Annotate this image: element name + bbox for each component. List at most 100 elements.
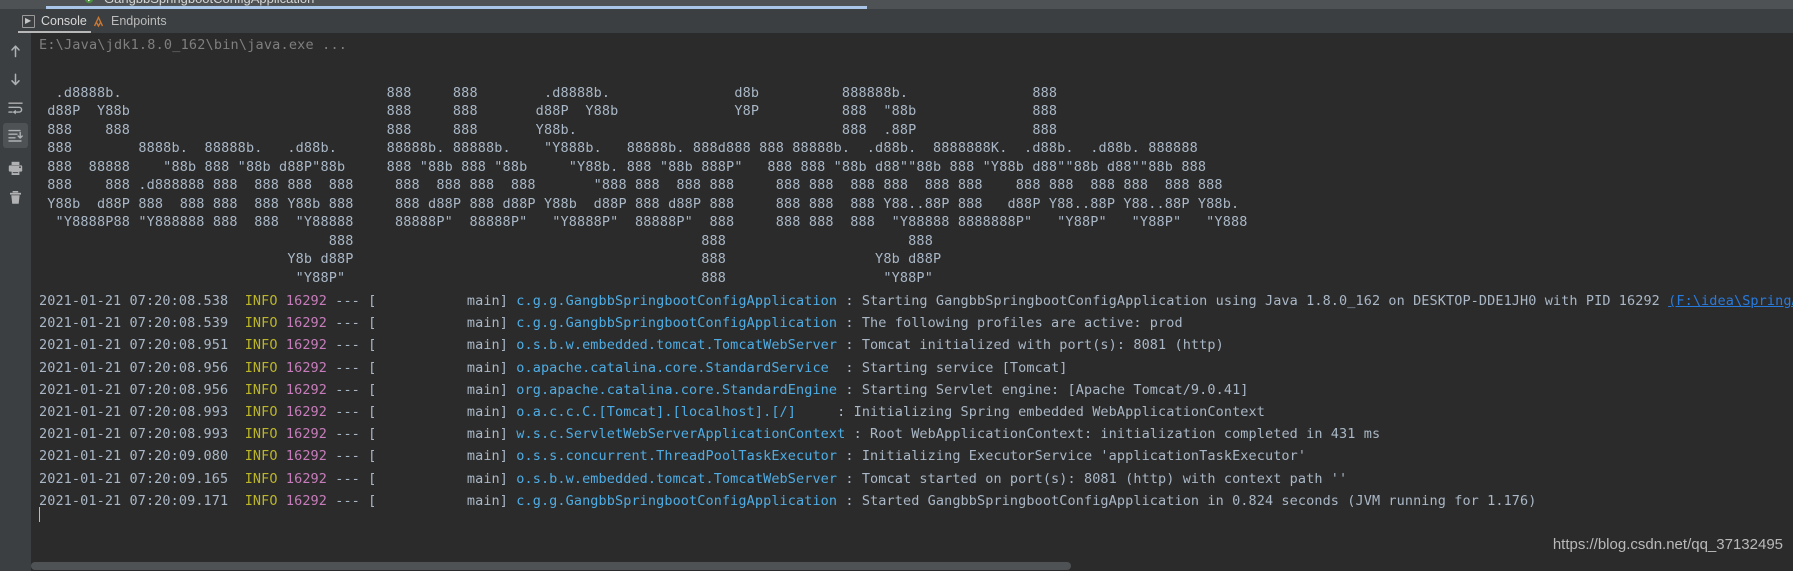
log-message: : Starting Servlet engine: [Apache Tomca… [837,381,1249,398]
log-pid: 16292 [285,492,327,509]
log-level: INFO [244,470,278,487]
log-level: INFO [244,404,278,421]
log-logger: org.apache.catalina.core.StandardEngine [508,381,838,398]
log-timestamp: 2021-01-21 07:20:09.080 [39,448,245,465]
log-space [278,382,286,398]
log-level: INFO [244,359,278,376]
log-space [278,293,286,309]
log-pid: 16292 [285,337,327,354]
log-space [278,360,286,376]
log-timestamp: 2021-01-21 07:20:09.165 [39,470,245,487]
log-line: 2021-01-21 07:20:08.956 INFO 16292 --- [… [39,379,1793,401]
log-line: 2021-01-21 07:20:08.539 INFO 16292 --- [… [39,312,1793,334]
log-space [278,448,286,464]
log-logger: o.apache.catalina.core.StandardService [508,359,846,376]
log-pid: 16292 [285,404,327,421]
scroll-to-end-icon[interactable] [3,123,28,148]
log-thread: main] [376,359,509,376]
log-separator: --- [ [327,293,377,309]
log-level: INFO [244,381,278,398]
log-message: : Initializing ExecutorService 'applicat… [837,448,1307,465]
log-thread: main] [376,381,509,398]
log-separator: --- [ [327,381,377,398]
log-message: : Started GangbbSpringbootConfigApplicat… [837,492,1537,509]
log-message: : Tomcat initialized with port(s): 8081 … [837,337,1224,354]
log-space [278,315,286,331]
log-level: INFO [244,315,278,332]
log-path-link[interactable]: (F:\idea\SpringAll-m [1668,293,1793,309]
log-separator: --- [ [327,337,377,354]
log-lines: 2021-01-21 07:20:08.538 INFO 16292 --- [… [39,290,1793,512]
log-level: INFO [244,448,278,465]
log-logger: c.g.g.GangbbSpringbootConfigApplication [508,293,838,309]
log-message: : The following profiles are active: pro… [837,315,1183,332]
ascii-art-banner: .d8888b. 888 888 .d8888b. d8b 888888b. 8… [47,84,1248,286]
log-line: 2021-01-21 07:20:08.951 INFO 16292 --- [… [39,334,1793,356]
log-pid: 16292 [285,359,327,376]
log-pid: 16292 [285,381,327,398]
log-message: : Initializing Spring embedded WebApplic… [837,404,1265,421]
log-pid: 16292 [285,426,327,443]
window-title-strip: GangbbSpringbootConfigApplication [0,0,1793,9]
log-space [278,426,286,442]
log-logger: o.s.b.w.embedded.tomcat.TomcatWebServer [508,337,838,354]
log-timestamp: 2021-01-21 07:20:08.951 [39,337,245,354]
log-logger: c.g.g.GangbbSpringbootConfigApplication [508,492,838,509]
log-space [278,493,286,509]
print-icon[interactable] [3,156,28,181]
log-pid: 16292 [285,448,327,465]
log-space [278,471,286,487]
log-separator: --- [ [327,470,377,487]
log-thread: main] [376,426,509,443]
log-separator: --- [ [327,359,377,376]
log-message: : Starting service [Tomcat] [845,359,1068,376]
run-config-icon [84,0,94,4]
log-level: INFO [244,337,278,354]
log-pid: 16292 [285,315,327,332]
log-pid: 16292 [285,470,327,487]
log-logger: o.s.b.w.embedded.tomcat.TomcatWebServer [508,470,838,487]
console-toolbar [0,33,32,571]
log-logger: w.s.c.ServletWebServerApplicationContext [508,426,846,443]
log-thread: main] [376,315,509,332]
log-separator: --- [ [327,448,377,465]
horizontal-scrollbar[interactable] [31,561,1793,571]
log-level: INFO [244,492,278,509]
log-logger: o.a.c.c.C.[Tomcat].[localhost].[/] [508,404,838,421]
down-arrow-icon[interactable] [3,67,28,92]
log-separator: --- [ [327,426,377,443]
log-timestamp: 2021-01-21 07:20:08.956 [39,381,245,398]
console-output[interactable]: E:\Java\jdk1.8.0_162\bin\java.exe ... .d… [31,33,1793,571]
watermark: https://blog.csdn.net/qq_37132495 [1552,536,1783,553]
log-message: : Starting GangbbSpringbootConfigApplica… [837,293,1669,309]
log-thread: main] [376,337,509,354]
log-thread: main] [376,448,509,465]
endpoints-icon [92,15,105,28]
log-line: 2021-01-21 07:20:09.080 INFO 16292 --- [… [39,445,1793,467]
log-timestamp: 2021-01-21 07:20:08.993 [39,404,245,421]
log-line: 2021-01-21 07:20:08.538 INFO 16292 --- [… [39,290,1793,312]
log-line: 2021-01-21 07:20:09.165 INFO 16292 --- [… [39,468,1793,490]
log-line: 2021-01-21 07:20:08.956 INFO 16292 --- [… [39,357,1793,379]
log-space [278,404,286,420]
log-timestamp: 2021-01-21 07:20:08.538 [39,293,245,309]
log-timestamp: 2021-01-21 07:20:08.956 [39,359,245,376]
log-level: INFO [244,293,278,309]
log-pid: 16292 [285,293,327,309]
horizontal-scrollbar-thumb[interactable] [31,562,1071,570]
tab-console-label: Console [41,14,87,28]
tab-endpoints-label: Endpoints [111,14,167,28]
tab-bar: Console Endpoints [0,9,1793,33]
soft-wrap-icon[interactable] [3,95,28,120]
tab-console[interactable]: Console [18,9,91,33]
java-command-line: E:\Java\jdk1.8.0_162\bin\java.exe ... [39,37,348,53]
log-thread: main] [376,404,509,421]
log-thread: main] [376,470,509,487]
up-arrow-icon[interactable] [3,39,28,64]
log-separator: --- [ [327,404,377,421]
tab-endpoints[interactable]: Endpoints [88,9,171,33]
trash-icon[interactable] [3,185,28,210]
log-line: 2021-01-21 07:20:09.171 INFO 16292 --- [… [39,490,1793,512]
console-caret [39,507,40,522]
log-message: : Tomcat started on port(s): 8081 (http)… [837,470,1348,487]
